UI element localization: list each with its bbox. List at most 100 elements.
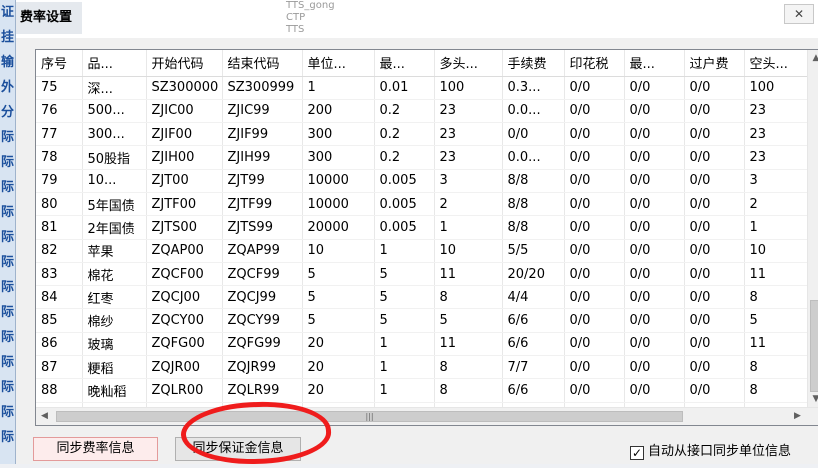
table-cell[interactable]: 0.005	[374, 215, 435, 240]
table-cell[interactable]: ZQFG00	[146, 332, 223, 357]
table-row[interactable]: 90菜油ZQOI00ZQOI99101126/60/00/00/012	[36, 425, 808, 426]
table-cell[interactable]: 0/0	[624, 169, 685, 193]
table-cell[interactable]: 粳稻	[82, 355, 147, 380]
table-cell[interactable]: 10000	[302, 192, 375, 217]
table-cell[interactable]: 0/0	[624, 262, 685, 287]
table-cell[interactable]: 0/0	[684, 308, 745, 333]
table-cell[interactable]: 6/6	[502, 425, 564, 426]
table-cell[interactable]: 0/0	[624, 76, 685, 100]
table-cell[interactable]: 20/20	[502, 262, 565, 287]
table-cell[interactable]: 1	[374, 239, 435, 263]
table-cell[interactable]: 5	[374, 262, 435, 287]
table-row[interactable]: 77 300... ZJIF00 ZJIF99 300 0.2 23 0/0 0/0 0/0 0/0…	[36, 122, 809, 147]
table-cell[interactable]: 0/0	[684, 122, 745, 147]
table-cell[interactable]: 0/0	[624, 215, 685, 240]
table-row[interactable]: 85 棉纱 ZQCY00 ZQCY99 5 5 5 6/6 0/0 0/0 0/0 5	[36, 308, 809, 333]
table-cell[interactable]: 5/5	[502, 239, 565, 263]
table-cell[interactable]: 11	[434, 262, 503, 287]
table-cell[interactable]: ZQLR99	[222, 378, 303, 403]
table-cell[interactable]: ZQCY00	[146, 308, 223, 333]
table-cell[interactable]: 8	[434, 285, 503, 310]
horizontal-scrollbar[interactable]: ◀ ||| ▶	[36, 407, 818, 425]
table-cell[interactable]: 1	[374, 425, 434, 426]
horizontal-scroll-thumb[interactable]: |||	[56, 411, 683, 422]
table-cell[interactable]: 12	[744, 425, 808, 426]
table-cell[interactable]: ZQCJ00	[146, 285, 223, 310]
table-cell[interactable]: 5	[302, 285, 375, 310]
table-cell[interactable]: 5	[744, 308, 809, 333]
table-cell[interactable]: 玻璃	[82, 332, 147, 357]
table-cell[interactable]: 100	[434, 76, 503, 100]
table-cell[interactable]: ZJTS00	[146, 215, 223, 240]
table-cell[interactable]: 3	[744, 169, 809, 193]
table-cell[interactable]: ZJIF00	[146, 122, 223, 147]
table-cell[interactable]: 0/0	[684, 76, 745, 100]
table-row[interactable]: 81 2年国债 ZJTS00 ZJTS99 20000 0.005 1 8/8 0/0 0/0 0/…	[36, 215, 809, 240]
table-row[interactable]: 82 苹果 ZQAP00 ZQAP99 10 1 10 5/5 0/0 0/0 0/0 10	[36, 239, 809, 263]
table-cell[interactable]: ZJT00	[146, 169, 223, 193]
table-cell[interactable]: 8/8	[502, 192, 565, 217]
table-cell[interactable]: 0.0...	[502, 145, 565, 170]
table-cell[interactable]: 0/0	[624, 192, 685, 217]
table-cell[interactable]: 棉花	[82, 262, 147, 287]
table-row[interactable]: 79 10... ZJT00 ZJT99 10000 0.005 3 8/8 0/0 0/0 0/0…	[36, 169, 809, 193]
table-row[interactable]: 78 50股指 ZJIH00 ZJIH99 300 0.2 23 0.0... 0/0 0/0 0/…	[36, 145, 809, 170]
table-cell[interactable]: ZQCF00	[146, 262, 223, 287]
table-cell[interactable]: 1	[374, 378, 435, 403]
table-cell[interactable]: 300...	[82, 122, 147, 147]
table-cell[interactable]: 0/0	[624, 308, 685, 333]
table-cell[interactable]: ZQCY99	[222, 308, 303, 333]
table-cell[interactable]: 20	[302, 355, 375, 380]
table-cell[interactable]: ZJIH99	[222, 145, 303, 170]
table-cell[interactable]: 0/0	[624, 285, 685, 310]
table-cell[interactable]: 苹果	[82, 239, 147, 263]
table-cell[interactable]: 10	[434, 239, 503, 263]
table-cell[interactable]: 0.2	[374, 99, 435, 124]
table-row[interactable]: 80 5年国债 ZJTF00 ZJTF99 10000 0.005 2 8/8 0/0 0/0 0/…	[36, 192, 809, 217]
table-cell[interactable]: 0/0	[624, 99, 685, 124]
table-cell[interactable]: 0/0	[564, 425, 624, 426]
table-cell[interactable]: SZ300000	[146, 76, 223, 100]
column-header[interactable]: 单位...	[302, 50, 375, 77]
table-cell[interactable]: ZQLR00	[146, 378, 223, 403]
table-cell[interactable]: 23	[744, 145, 809, 170]
table-cell[interactable]: 20	[302, 378, 375, 403]
table-cell[interactable]: 0/0	[564, 145, 625, 170]
table-cell[interactable]: 0/0	[564, 215, 625, 240]
table-cell[interactable]: 5	[434, 308, 503, 333]
table-cell[interactable]: 8	[434, 378, 503, 403]
column-header[interactable]: 最...	[624, 50, 685, 77]
column-header[interactable]: 品...	[82, 50, 147, 77]
table-cell[interactable]: 0.005	[374, 169, 435, 193]
table-cell[interactable]: 8	[744, 285, 809, 310]
scroll-right-icon[interactable]: ▶	[789, 408, 806, 425]
table-cell[interactable]: 0/0	[502, 122, 565, 147]
table-cell[interactable]: 23	[434, 99, 503, 124]
table-cell[interactable]: 0.2	[374, 122, 435, 147]
table-cell[interactable]: 0/0	[684, 145, 745, 170]
vertical-scrollbar[interactable]: ▲ ▼	[807, 50, 818, 408]
table-cell[interactable]: 300	[302, 145, 375, 170]
table-cell[interactable]: 棉纱	[82, 308, 147, 333]
table-cell[interactable]: 90	[36, 425, 82, 426]
table-cell[interactable]: 11	[434, 332, 503, 357]
table-cell[interactable]: 0/0	[684, 239, 745, 263]
column-header[interactable]: 最...	[374, 50, 435, 77]
table-cell[interactable]: 6/6	[502, 332, 565, 357]
table-cell[interactable]: 0/0	[684, 355, 745, 380]
table-cell[interactable]: 晚籼稻	[82, 378, 147, 403]
table-cell[interactable]: 0/0	[684, 378, 745, 403]
table-cell[interactable]: ZQCF99	[222, 262, 303, 287]
table-cell[interactable]: 87	[36, 355, 83, 380]
vertical-scroll-thumb[interactable]	[810, 300, 818, 392]
table-cell[interactable]: 0.01	[374, 76, 435, 100]
table-cell[interactable]: ZJTS99	[222, 215, 303, 240]
table-cell[interactable]: ZJTF99	[222, 192, 303, 217]
table-cell[interactable]: 82	[36, 239, 83, 263]
table-cell[interactable]: 0.005	[374, 192, 435, 217]
table-cell[interactable]: ZJTF00	[146, 192, 223, 217]
table-cell[interactable]: 0/0	[684, 262, 745, 287]
table-cell[interactable]: 0/0	[564, 239, 625, 263]
column-header[interactable]: 印花税	[564, 50, 625, 77]
table-cell[interactable]: ZQAP00	[146, 239, 223, 263]
